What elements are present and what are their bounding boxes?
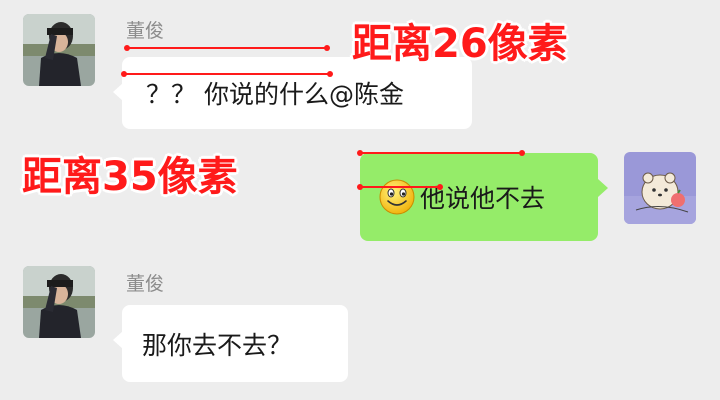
measure-line: [357, 150, 525, 156]
sender-avatar[interactable]: [23, 14, 95, 86]
distance-annotation: 距离26像素: [352, 21, 568, 67]
sender-avatar[interactable]: [23, 266, 95, 338]
bubble-tail: [113, 331, 123, 349]
smiley-emoji-icon: [378, 178, 416, 216]
message-bubble[interactable]: ？？ 你说的什么@陈金: [113, 57, 472, 129]
self-avatar[interactable]: [624, 152, 696, 224]
message-bubble[interactable]: 他说他不去: [360, 153, 608, 241]
measure-line: [124, 45, 330, 51]
measure-line: [121, 71, 333, 77]
sender-name: 董俊: [126, 20, 165, 42]
measure-line: [357, 184, 443, 190]
distance-annotation: 距离35像素: [22, 154, 238, 200]
message-text: 那你去不去？: [142, 330, 293, 360]
sender-name: 董俊: [126, 273, 165, 295]
bubble-tail: [113, 83, 123, 101]
message-text: ？？ 你说的什么@陈金: [146, 80, 404, 109]
bubble-tail: [598, 179, 608, 197]
message-bubble[interactable]: 那你去不去？: [113, 305, 348, 382]
